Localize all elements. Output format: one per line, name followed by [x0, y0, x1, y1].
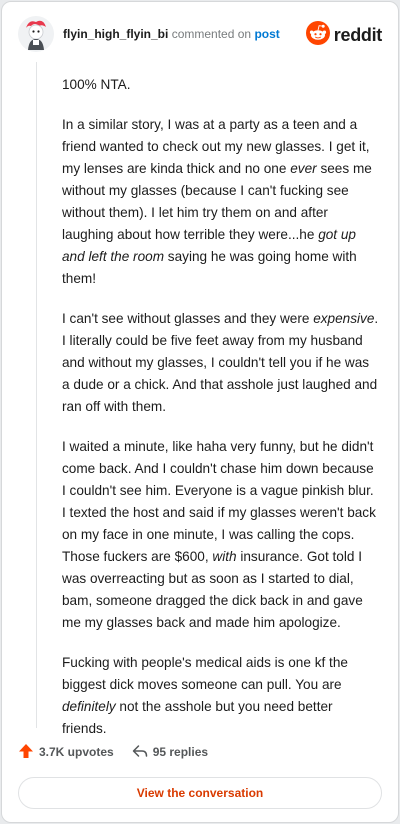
- comment-meta: flyin_high_flyin_bi commented on post: [63, 27, 280, 41]
- thread-line: [36, 62, 37, 728]
- reddit-wordmark: reddit: [333, 25, 383, 45]
- paragraph-2: In a similar story, I was at a party as …: [62, 117, 372, 286]
- paragraph-5: Fucking with people's medical aids is on…: [62, 655, 348, 736]
- avatar[interactable]: [18, 16, 54, 52]
- reddit-logo-icon: [305, 21, 330, 50]
- comment-body: 100% NTA. In a similar story, I was at a…: [62, 74, 380, 758]
- replies-count: 95 replies: [152, 745, 209, 759]
- reddit-logo[interactable]: reddit: [305, 21, 383, 50]
- replies-button[interactable]: 95 replies: [132, 743, 208, 762]
- post-link[interactable]: post: [254, 27, 279, 41]
- paragraph-1: 100% NTA.: [62, 77, 131, 92]
- upvote-arrow-icon: [18, 743, 39, 762]
- comment-card: flyin_high_flyin_bi commented on post re…: [1, 1, 399, 823]
- action-text: commented on: [171, 27, 252, 41]
- view-conversation-button[interactable]: View the conversation: [18, 777, 382, 809]
- reply-arrow-icon: [132, 743, 153, 762]
- upvote-button[interactable]: 3.7K upvotes: [18, 743, 114, 762]
- paragraph-4: I waited a minute, like haha very funny,…: [62, 439, 376, 630]
- comment-header: flyin_high_flyin_bi commented on post re…: [18, 16, 382, 52]
- paragraph-3: I can't see without glasses and they wer…: [62, 311, 379, 414]
- username-link[interactable]: flyin_high_flyin_bi: [63, 27, 168, 41]
- upvote-count: 3.7K upvotes: [39, 745, 114, 759]
- comment-actions: 3.7K upvotes 95 replies: [18, 741, 226, 763]
